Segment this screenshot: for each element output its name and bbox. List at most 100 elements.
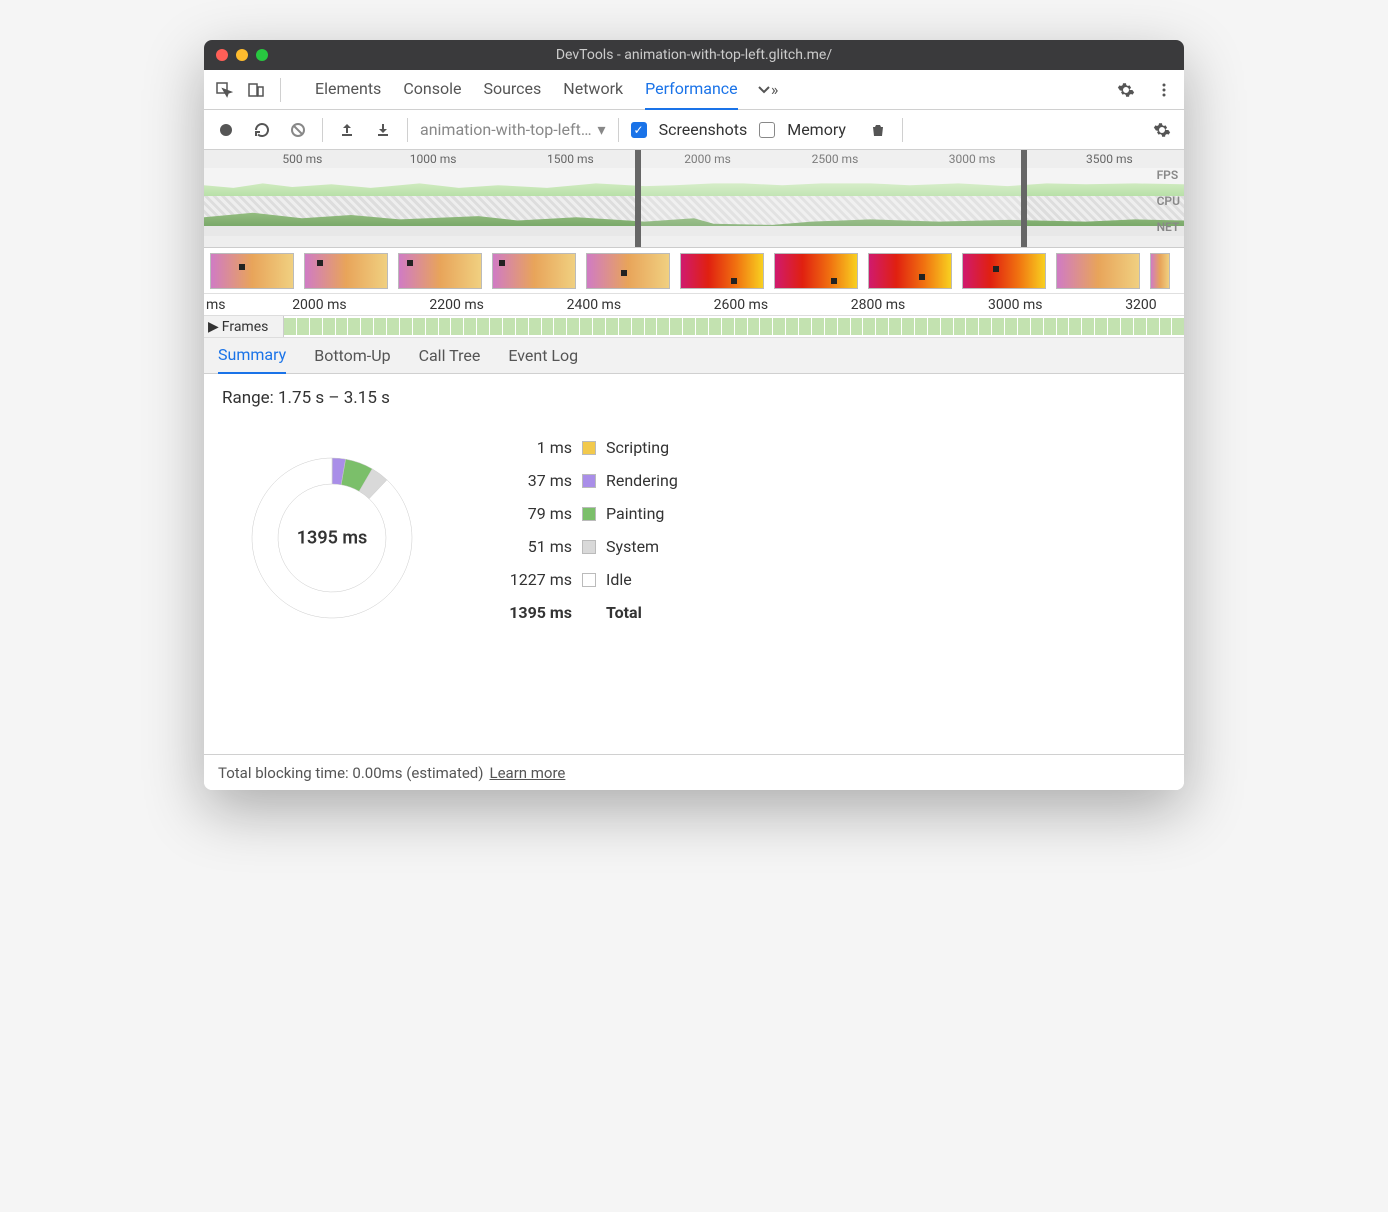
frame-block[interactable] xyxy=(851,318,863,335)
frame-block[interactable] xyxy=(1031,318,1043,335)
frame-block[interactable] xyxy=(400,318,412,335)
frame-block[interactable] xyxy=(1134,318,1146,335)
frame-block[interactable] xyxy=(786,318,798,335)
frame-block[interactable] xyxy=(889,318,901,335)
frame-block[interactable] xyxy=(490,318,502,335)
frames-strip[interactable] xyxy=(284,316,1184,337)
frame-block[interactable] xyxy=(580,318,592,335)
detail-tab-eventlog[interactable]: Event Log xyxy=(508,338,578,373)
frame-block[interactable] xyxy=(567,318,579,335)
frame-block[interactable] xyxy=(619,318,631,335)
frame-block[interactable] xyxy=(966,318,978,335)
frame-block[interactable] xyxy=(825,318,837,335)
filmstrip[interactable] xyxy=(204,248,1184,294)
device-toolbar-icon[interactable] xyxy=(242,76,270,104)
frame-block[interactable] xyxy=(426,318,438,335)
frame-block[interactable] xyxy=(361,318,373,335)
frame-block[interactable] xyxy=(1095,318,1107,335)
capture-settings-icon[interactable] xyxy=(1150,118,1174,142)
download-profile-icon[interactable] xyxy=(371,118,395,142)
tab-network[interactable]: Network xyxy=(563,69,623,110)
learn-more-link[interactable]: Learn more xyxy=(490,764,566,782)
frame-block[interactable] xyxy=(1069,318,1081,335)
close-window-button[interactable] xyxy=(216,49,228,61)
screenshot-thumb[interactable] xyxy=(304,253,388,289)
frame-block[interactable] xyxy=(1018,318,1030,335)
frame-block[interactable] xyxy=(542,318,554,335)
detail-tab-calltree[interactable]: Call Tree xyxy=(419,338,481,373)
frame-block[interactable] xyxy=(529,318,541,335)
frame-block[interactable] xyxy=(464,318,476,335)
frame-block[interactable] xyxy=(838,318,850,335)
garbage-collect-icon[interactable] xyxy=(866,118,890,142)
screenshot-thumb[interactable] xyxy=(680,253,764,289)
frame-block[interactable] xyxy=(503,318,515,335)
frame-block[interactable] xyxy=(593,318,605,335)
frame-block[interactable] xyxy=(773,318,785,335)
screenshot-thumb[interactable] xyxy=(398,253,482,289)
settings-icon[interactable] xyxy=(1112,76,1140,104)
frame-block[interactable] xyxy=(310,318,322,335)
frame-block[interactable] xyxy=(516,318,528,335)
frame-block[interactable] xyxy=(1082,318,1094,335)
zoom-window-button[interactable] xyxy=(256,49,268,61)
frame-block[interactable] xyxy=(1005,318,1017,335)
screenshot-thumb[interactable] xyxy=(868,253,952,289)
screenshot-thumb[interactable] xyxy=(1056,253,1140,289)
frame-block[interactable] xyxy=(863,318,875,335)
clear-button[interactable] xyxy=(286,118,310,142)
frame-block[interactable] xyxy=(657,318,669,335)
frame-block[interactable] xyxy=(374,318,386,335)
frame-block[interactable] xyxy=(670,318,682,335)
screenshot-thumb[interactable] xyxy=(492,253,576,289)
screenshot-thumb[interactable] xyxy=(1150,253,1170,289)
kebab-menu-icon[interactable] xyxy=(1150,76,1178,104)
screenshot-thumb[interactable] xyxy=(962,253,1046,289)
screenshots-checkbox[interactable]: ✓ xyxy=(631,122,647,138)
timeline-ruler[interactable]: ms 2000 ms 2200 ms 2400 ms 2600 ms 2800 … xyxy=(204,294,1184,316)
frame-block[interactable] xyxy=(1108,318,1120,335)
more-tabs-icon[interactable]: » xyxy=(754,76,782,104)
inspect-element-icon[interactable] xyxy=(210,76,238,104)
overview-selection[interactable] xyxy=(635,150,1027,247)
frame-block[interactable] xyxy=(696,318,708,335)
recording-selector[interactable]: animation-with-top-left… ▾ xyxy=(420,120,606,139)
frame-block[interactable] xyxy=(928,318,940,335)
minimize-window-button[interactable] xyxy=(236,49,248,61)
frame-block[interactable] xyxy=(413,318,425,335)
tab-elements[interactable]: Elements xyxy=(315,69,381,110)
screenshot-thumb[interactable] xyxy=(586,253,670,289)
tab-sources[interactable]: Sources xyxy=(483,69,541,110)
frames-toggle[interactable]: ▶ Frames xyxy=(204,316,284,337)
frame-block[interactable] xyxy=(1172,318,1184,335)
frame-block[interactable] xyxy=(683,318,695,335)
frame-block[interactable] xyxy=(735,318,747,335)
frame-block[interactable] xyxy=(606,318,618,335)
frame-block[interactable] xyxy=(645,318,657,335)
frame-block[interactable] xyxy=(709,318,721,335)
tab-performance[interactable]: Performance xyxy=(645,69,738,110)
frame-block[interactable] xyxy=(812,318,824,335)
overview-panel[interactable]: 500 ms 1000 ms 1500 ms 2000 ms 2500 ms 3… xyxy=(204,150,1184,248)
frame-block[interactable] xyxy=(323,318,335,335)
upload-profile-icon[interactable] xyxy=(335,118,359,142)
frame-block[interactable] xyxy=(387,318,399,335)
frame-block[interactable] xyxy=(477,318,489,335)
frame-block[interactable] xyxy=(979,318,991,335)
frame-block[interactable] xyxy=(876,318,888,335)
memory-checkbox[interactable] xyxy=(759,122,775,138)
reload-record-button[interactable] xyxy=(250,118,274,142)
frame-block[interactable] xyxy=(1160,318,1172,335)
frame-block[interactable] xyxy=(348,318,360,335)
frame-block[interactable] xyxy=(941,318,953,335)
frame-block[interactable] xyxy=(554,318,566,335)
frame-block[interactable] xyxy=(1121,318,1133,335)
frame-block[interactable] xyxy=(284,318,296,335)
screenshot-thumb[interactable] xyxy=(774,253,858,289)
frame-block[interactable] xyxy=(799,318,811,335)
frame-block[interactable] xyxy=(439,318,451,335)
detail-tab-summary[interactable]: Summary xyxy=(218,337,286,374)
frame-block[interactable] xyxy=(297,318,309,335)
frame-block[interactable] xyxy=(1147,318,1159,335)
record-button[interactable] xyxy=(214,118,238,142)
